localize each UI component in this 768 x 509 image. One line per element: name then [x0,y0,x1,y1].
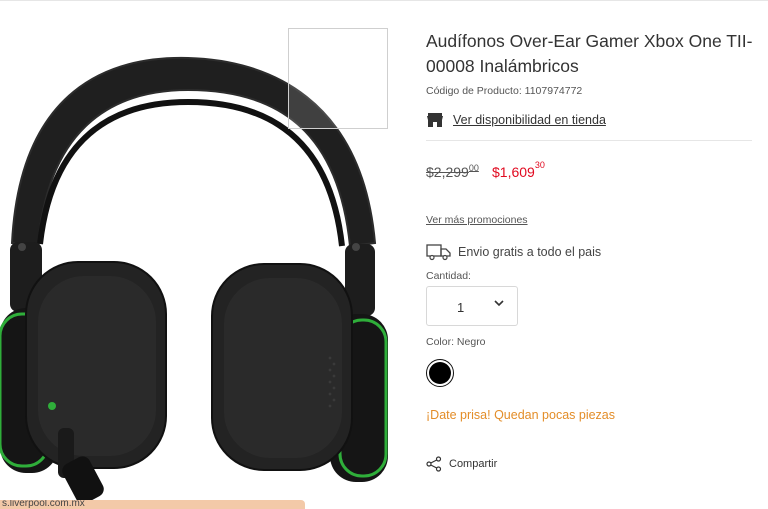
top-divider [0,0,768,1]
store-icon [427,113,443,127]
low-stock-alert: ¡Date prisa! Quedan pocas piezas [426,408,615,422]
image-zoom-lens[interactable] [288,28,388,129]
quantity-label: Cantidad: [426,270,471,282]
product-title: Audífonos Over-Ear Gamer Xbox One TII-00… [426,31,753,76]
product-code: Código de Producto: 1107974772 [426,85,583,97]
quantity-select[interactable]: 1 [426,286,518,326]
section-divider [426,140,752,141]
color-label: Color: Negro [426,336,486,348]
sale-price-main: $1,609 [492,164,535,180]
sale-price: $1,60930 [492,160,545,180]
free-shipping-label: Envio gratis a todo el pais [458,245,602,259]
original-price-main: $2,299 [426,164,469,180]
color-swatch-fill [429,362,451,384]
store-availability-label: Ver disponibilidad en tienda [453,113,606,127]
browser-status-bar: s.liverpool.com.mx [0,500,305,509]
share-icon [426,456,442,472]
share-button[interactable]: Compartir [426,456,497,472]
share-label: Compartir [449,458,498,470]
free-shipping-info: Envio gratis a todo el pais [426,243,601,261]
original-price-cents: 00 [468,163,479,173]
color-swatch-negro[interactable] [426,359,454,387]
truck-icon [426,244,451,261]
sale-price-cents: 30 [534,160,545,170]
status-url: s.liverpool.com.mx [2,500,85,509]
store-availability-link[interactable]: Ver disponibilidad en tienda [426,111,606,129]
original-price: $2,29900 [426,163,479,180]
more-promotions-link[interactable]: Ver más promociones [426,214,528,226]
chevron-down-icon [494,300,504,307]
quantity-value: 1 [457,300,465,315]
